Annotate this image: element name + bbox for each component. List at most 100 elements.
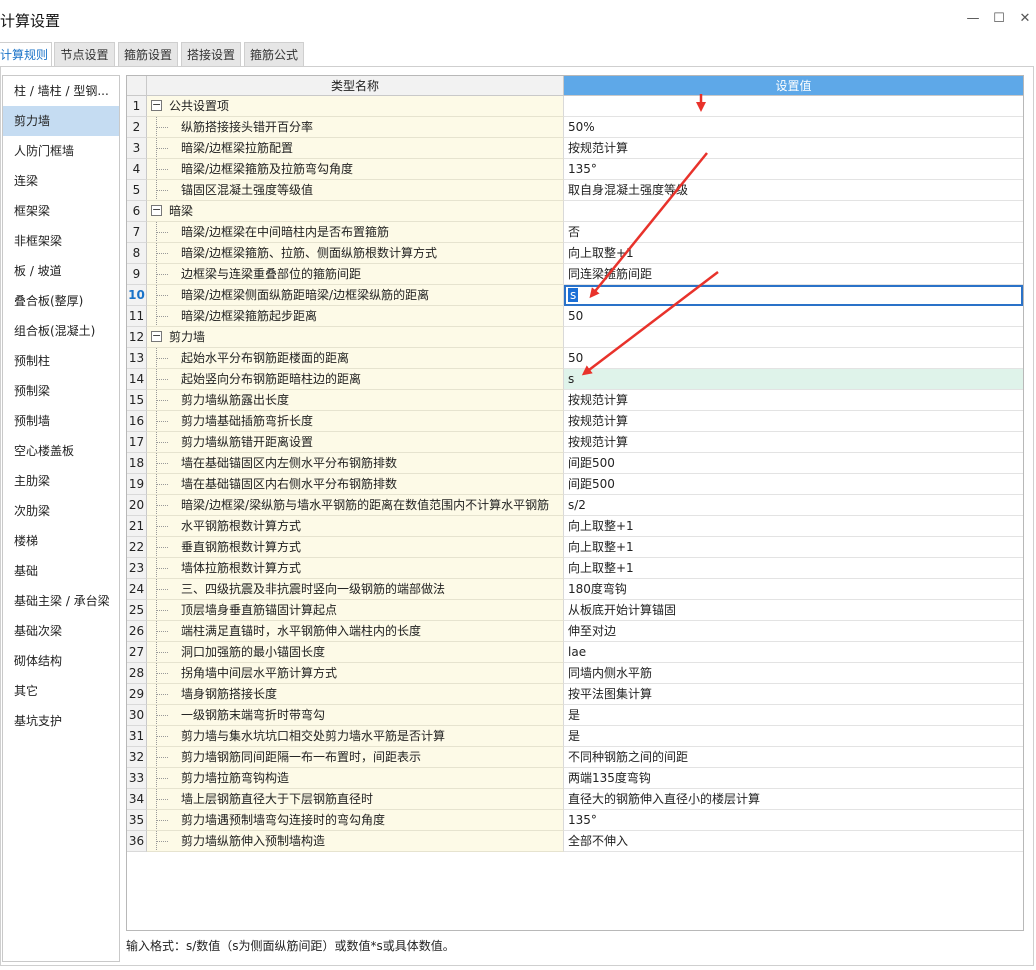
type-name-cell[interactable]: 墙在基础锚固区内右侧水平分布钢筋排数: [147, 474, 564, 495]
type-name-cell[interactable]: 洞口加强筋的最小锚固长度: [147, 642, 564, 663]
setting-value-cell[interactable]: 135°: [564, 159, 1023, 180]
group-row[interactable]: 12− 剪力墙: [127, 327, 1023, 348]
type-name-cell[interactable]: 暗梁/边框梁在中间暗柱内是否布置箍筋: [147, 222, 564, 243]
sidebar-item[interactable]: 其它: [3, 676, 119, 706]
table-row[interactable]: 27 洞口加强筋的最小锚固长度 lae: [127, 642, 1023, 663]
table-row[interactable]: 33 剪力墙拉筋弯钩构造 两端135度弯钩: [127, 768, 1023, 789]
setting-value-cell[interactable]: [564, 96, 1023, 117]
type-name-cell[interactable]: 墙体拉筋根数计算方式: [147, 558, 564, 579]
type-name-cell[interactable]: 墙上层钢筋直径大于下层钢筋直径时: [147, 789, 564, 810]
setting-value-cell[interactable]: 取自身混凝土强度等级: [564, 180, 1023, 201]
table-row[interactable]: 21 水平钢筋根数计算方式 向上取整+1: [127, 516, 1023, 537]
type-name-cell[interactable]: 顶层墙身垂直筋锚固计算起点: [147, 600, 564, 621]
setting-value-cell[interactable]: 从板底开始计算锚固: [564, 600, 1023, 621]
table-row[interactable]: 20 暗梁/边框梁/梁纵筋与墙水平钢筋的距离在数值范围内不计算水平钢筋 s/2: [127, 495, 1023, 516]
sidebar-item[interactable]: 空心楼盖板: [3, 436, 119, 466]
table-row[interactable]: 35 剪力墙遇预制墙弯勾连接时的弯勾角度 135°: [127, 810, 1023, 831]
tab-stirrup-settings[interactable]: 箍筋设置: [118, 42, 178, 66]
tab-stirrup-formula[interactable]: 箍筋公式: [244, 42, 304, 66]
type-name-cell[interactable]: 暗梁/边框梁箍筋及拉筋弯勾角度: [147, 159, 564, 180]
setting-value-cell[interactable]: 按规范计算: [564, 138, 1023, 159]
collapse-toggle-icon[interactable]: −: [151, 330, 162, 342]
setting-value-cell[interactable]: 按规范计算: [564, 390, 1023, 411]
sidebar-item[interactable]: 非框架梁: [3, 226, 119, 256]
setting-value-cell[interactable]: 直径大的钢筋伸入直径小的楼层计算: [564, 789, 1023, 810]
type-name-cell[interactable]: 垂直钢筋根数计算方式: [147, 537, 564, 558]
table-row[interactable]: 34 墙上层钢筋直径大于下层钢筋直径时 直径大的钢筋伸入直径小的楼层计算: [127, 789, 1023, 810]
setting-value-editor[interactable]: s: [564, 285, 1023, 306]
table-row[interactable]: 36 剪力墙纵筋伸入预制墙构造 全部不伸入: [127, 831, 1023, 852]
tab-node-settings[interactable]: 节点设置: [54, 42, 115, 66]
setting-value-cell[interactable]: 间距500: [564, 453, 1023, 474]
table-row[interactable]: 26 端柱满足直锚时，水平钢筋伸入端柱内的长度 伸至对边: [127, 621, 1023, 642]
type-name-cell[interactable]: 起始水平分布钢筋距楼面的距离: [147, 348, 564, 369]
table-row[interactable]: 32 剪力墙钢筋同间距隔一布一布置时，间距表示 不同种钢筋之间的间距: [127, 747, 1023, 768]
sidebar-item[interactable]: 基础: [3, 556, 119, 586]
type-name-cell[interactable]: 边框梁与连梁重叠部位的箍筋间距: [147, 264, 564, 285]
group-row[interactable]: 1− 公共设置项: [127, 96, 1023, 117]
tab-calc-rules[interactable]: 计算规则: [0, 42, 52, 67]
table-row[interactable]: 8 暗梁/边框梁箍筋、拉筋、侧面纵筋根数计算方式 向上取整+1: [127, 243, 1023, 264]
setting-value-cell[interactable]: s/2: [564, 495, 1023, 516]
sidebar-item[interactable]: 连梁: [3, 166, 119, 196]
setting-value-cell[interactable]: 向上取整+1: [564, 558, 1023, 579]
table-row[interactable]: 13 起始水平分布钢筋距楼面的距离 50: [127, 348, 1023, 369]
setting-value-cell[interactable]: 是: [564, 705, 1023, 726]
type-name-cell[interactable]: 墙身钢筋搭接长度: [147, 684, 564, 705]
sidebar-item[interactable]: 剪力墙: [3, 106, 119, 136]
group-row[interactable]: 6− 暗梁: [127, 201, 1023, 222]
setting-value-cell[interactable]: 是: [564, 726, 1023, 747]
type-name-cell[interactable]: 一级钢筋末端弯折时带弯勾: [147, 705, 564, 726]
table-row[interactable]: 25 顶层墙身垂直筋锚固计算起点 从板底开始计算锚固: [127, 600, 1023, 621]
selected-value-text[interactable]: s: [568, 288, 579, 302]
type-name-cell[interactable]: 剪力墙与集水坑坑口相交处剪力墙水平筋是否计算: [147, 726, 564, 747]
setting-value-cell[interactable]: 50: [564, 348, 1023, 369]
sidebar-item[interactable]: 叠合板(整厚): [3, 286, 119, 316]
setting-value-cell[interactable]: 50: [564, 306, 1023, 327]
type-name-cell[interactable]: 锚固区混凝土强度等级值: [147, 180, 564, 201]
table-row[interactable]: 29 墙身钢筋搭接长度 按平法图集计算: [127, 684, 1023, 705]
setting-value-cell[interactable]: 按平法图集计算: [564, 684, 1023, 705]
type-name-cell[interactable]: 剪力墙纵筋伸入预制墙构造: [147, 831, 564, 852]
setting-value-cell[interactable]: 间距500: [564, 474, 1023, 495]
sidebar-item[interactable]: 组合板(混凝土): [3, 316, 119, 346]
type-name-cell[interactable]: 剪力墙纵筋错开距离设置: [147, 432, 564, 453]
minimize-button[interactable]: —: [962, 8, 984, 30]
setting-value-cell[interactable]: 向上取整+1: [564, 516, 1023, 537]
table-row[interactable]: 24 三、四级抗震及非抗震时竖向一级钢筋的端部做法 180度弯钩: [127, 579, 1023, 600]
setting-value-cell[interactable]: [564, 327, 1023, 348]
setting-value-header[interactable]: 设置值: [564, 76, 1023, 96]
setting-value-cell[interactable]: 50%: [564, 117, 1023, 138]
type-name-cell[interactable]: 水平钢筋根数计算方式: [147, 516, 564, 537]
setting-value-cell[interactable]: 两端135度弯钩: [564, 768, 1023, 789]
collapse-toggle-icon[interactable]: −: [151, 204, 162, 216]
type-name-cell[interactable]: 剪力墙纵筋露出长度: [147, 390, 564, 411]
table-row[interactable]: 23 墙体拉筋根数计算方式 向上取整+1: [127, 558, 1023, 579]
table-row[interactable]: 9 边框梁与连梁重叠部位的箍筋间距 同连梁箍筋间距: [127, 264, 1023, 285]
group-name-cell[interactable]: − 剪力墙: [147, 327, 564, 348]
table-row[interactable]: 28 拐角墙中间层水平筋计算方式 同墙内侧水平筋: [127, 663, 1023, 684]
table-row[interactable]: 31 剪力墙与集水坑坑口相交处剪力墙水平筋是否计算 是: [127, 726, 1023, 747]
sidebar-item[interactable]: 基础次梁: [3, 616, 119, 646]
sidebar-item[interactable]: 基础主梁 / 承台梁: [3, 586, 119, 616]
setting-value-cell[interactable]: 同墙内侧水平筋: [564, 663, 1023, 684]
table-row[interactable]: 4 暗梁/边框梁箍筋及拉筋弯勾角度 135°: [127, 159, 1023, 180]
type-name-cell[interactable]: 剪力墙基础插筋弯折长度: [147, 411, 564, 432]
sidebar-item[interactable]: 预制梁: [3, 376, 119, 406]
setting-value-cell[interactable]: 135°: [564, 810, 1023, 831]
table-row[interactable]: 22 垂直钢筋根数计算方式 向上取整+1: [127, 537, 1023, 558]
setting-value-cell[interactable]: 不同种钢筋之间的间距: [564, 747, 1023, 768]
table-row[interactable]: 5 锚固区混凝土强度等级值 取自身混凝土强度等级: [127, 180, 1023, 201]
table-row[interactable]: 3 暗梁/边框梁拉筋配置 按规范计算: [127, 138, 1023, 159]
table-row[interactable]: 7 暗梁/边框梁在中间暗柱内是否布置箍筋 否: [127, 222, 1023, 243]
setting-value-cell[interactable]: 180度弯钩: [564, 579, 1023, 600]
sidebar-item[interactable]: 砌体结构: [3, 646, 119, 676]
sidebar-item[interactable]: 楼梯: [3, 526, 119, 556]
table-row[interactable]: 16 剪力墙基础插筋弯折长度 按规范计算: [127, 411, 1023, 432]
sidebar-item[interactable]: 基坑支护: [3, 706, 119, 736]
type-name-cell[interactable]: 纵筋搭接接头错开百分率: [147, 117, 564, 138]
type-name-cell[interactable]: 暗梁/边框梁拉筋配置: [147, 138, 564, 159]
setting-value-cell[interactable]: 按规范计算: [564, 411, 1023, 432]
setting-value-cell[interactable]: [564, 201, 1023, 222]
sidebar-item[interactable]: 预制柱: [3, 346, 119, 376]
